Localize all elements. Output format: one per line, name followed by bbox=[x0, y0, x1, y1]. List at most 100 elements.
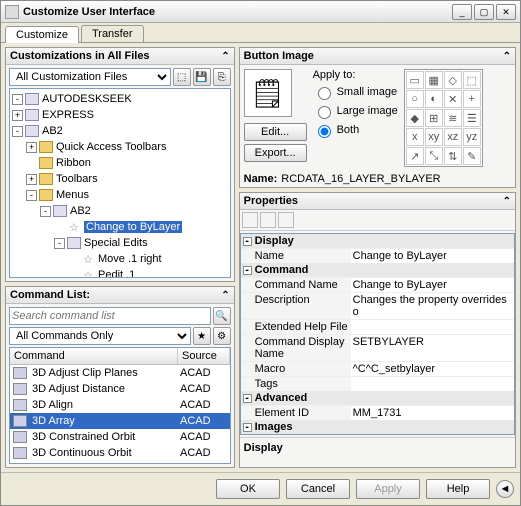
command-row[interactable]: 3D Constrained OrbitACAD bbox=[10, 429, 230, 445]
tree-item[interactable]: +EXPRESS bbox=[12, 107, 228, 123]
ok-button[interactable]: OK bbox=[216, 479, 280, 499]
palette-icon[interactable]: x bbox=[406, 128, 424, 146]
collapse-icon[interactable]: ⌃ bbox=[221, 51, 229, 62]
palette-icon[interactable]: ⇅ bbox=[444, 147, 462, 165]
tree-item[interactable]: +Quick Access Toolbars bbox=[12, 139, 228, 155]
radio-large[interactable]: Large image bbox=[313, 103, 398, 119]
tree-item[interactable]: -AB2 bbox=[12, 123, 228, 139]
radio-small[interactable]: Small image bbox=[313, 84, 398, 100]
palette-icon[interactable]: ▦ bbox=[425, 71, 443, 89]
property-description: Display bbox=[240, 437, 515, 467]
palette-icon[interactable]: ◆ bbox=[406, 109, 424, 127]
collapse-icon[interactable]: ⌃ bbox=[221, 290, 229, 301]
palette-icon[interactable]: ✕ bbox=[444, 90, 462, 108]
command-list-header[interactable]: Command List: ⌃ bbox=[6, 287, 234, 304]
window-title: Customize User Interface bbox=[23, 6, 450, 18]
back-button[interactable]: ◄ bbox=[496, 480, 514, 498]
prop-row[interactable]: Small imageRCDATA_16_LAYER_BYLAYER bbox=[241, 434, 514, 435]
search-input[interactable] bbox=[9, 307, 211, 325]
tree-item[interactable]: -AUTODESKSEEK bbox=[12, 91, 228, 107]
customizations-header[interactable]: Customizations in All Files ⌃ bbox=[6, 48, 234, 65]
palette-icon[interactable]: xz bbox=[444, 128, 462, 146]
tree-item[interactable]: +Toolbars bbox=[12, 171, 228, 187]
prop-category[interactable]: -Display bbox=[241, 234, 514, 248]
command-row[interactable]: 3D FlyACAD bbox=[10, 461, 230, 464]
new-command-icon[interactable]: ★ bbox=[193, 327, 211, 345]
tab-transfer[interactable]: Transfer bbox=[81, 25, 144, 42]
palette-icon[interactable]: ≋ bbox=[444, 109, 462, 127]
tree-item[interactable]: -AB2 bbox=[12, 203, 228, 219]
palette-icon[interactable]: ◐ bbox=[425, 90, 443, 108]
close-button[interactable]: ✕ bbox=[496, 4, 516, 20]
maximize-button[interactable]: ▢ bbox=[474, 4, 494, 20]
tree-item[interactable]: Ribbon bbox=[12, 155, 228, 171]
name-value: RCDATA_16_LAYER_BYLAYER bbox=[281, 173, 440, 185]
prop-row[interactable]: Macro^C^C_setbylayer bbox=[241, 361, 514, 376]
palette-icon[interactable]: + bbox=[463, 90, 481, 108]
customizations-tree[interactable]: -AUTODESKSEEK+EXPRESS-AB2+Quick Access T… bbox=[9, 88, 231, 278]
cancel-button[interactable]: Cancel bbox=[286, 479, 350, 499]
radio-both[interactable]: Both bbox=[313, 122, 398, 138]
titlebar[interactable]: Customize User Interface _ ▢ ✕ bbox=[1, 1, 520, 23]
prop-row[interactable]: Command Display NameSETBYLAYER bbox=[241, 334, 514, 361]
help-button[interactable]: Help bbox=[426, 479, 490, 499]
command-row[interactable]: 3D AlignACAD bbox=[10, 397, 230, 413]
properties-header[interactable]: Properties ⌃ bbox=[240, 193, 515, 210]
palette-icon[interactable]: xy bbox=[425, 128, 443, 146]
reset-icon[interactable] bbox=[278, 212, 294, 228]
col-source[interactable]: Source bbox=[178, 348, 230, 364]
palette-icon[interactable]: ✎ bbox=[463, 147, 481, 165]
find-icon[interactable]: ⚙ bbox=[213, 327, 231, 345]
prop-row[interactable]: Tags bbox=[241, 376, 514, 391]
properties-grid[interactable]: -DisplayNameChange to ByLayer-CommandCom… bbox=[240, 233, 515, 435]
categorized-icon[interactable] bbox=[242, 212, 258, 228]
customization-filter-select[interactable]: All Customization Files bbox=[9, 68, 171, 86]
tree-item[interactable]: ☆Pedit .1 bbox=[12, 267, 228, 278]
search-icon[interactable]: 🔍 bbox=[213, 307, 231, 325]
palette-icon[interactable]: ↗ bbox=[406, 147, 424, 165]
prop-category[interactable]: -Advanced bbox=[241, 391, 514, 405]
prop-row[interactable]: Command NameChange to ByLayer bbox=[241, 277, 514, 292]
prop-row[interactable]: Extended Help File bbox=[241, 319, 514, 334]
prop-row[interactable]: DescriptionChanges the property override… bbox=[241, 292, 514, 319]
customizations-title: Customizations in All Files bbox=[10, 50, 150, 62]
col-command[interactable]: Command bbox=[10, 348, 178, 364]
alphabetical-icon[interactable] bbox=[260, 212, 276, 228]
edit-button[interactable]: Edit... bbox=[244, 123, 307, 141]
command-filter-select[interactable]: All Commands Only bbox=[9, 327, 191, 345]
palette-icon[interactable]: ○ bbox=[406, 90, 424, 108]
save-icon[interactable]: 💾 bbox=[193, 68, 211, 86]
load-icon[interactable]: ⬚ bbox=[173, 68, 191, 86]
icon-palette[interactable]: ▭▦◇⬚ ○◐✕+ ◆⊞≋☰ xxyxzyz ↗⤡⇅✎ bbox=[404, 69, 483, 167]
palette-icon[interactable]: ⊞ bbox=[425, 109, 443, 127]
export-button[interactable]: Export... bbox=[244, 144, 307, 162]
command-row[interactable]: 3D Adjust DistanceACAD bbox=[10, 381, 230, 397]
palette-icon[interactable]: yz bbox=[463, 128, 481, 146]
cui-window: Customize User Interface _ ▢ ✕ Customize… bbox=[0, 0, 521, 506]
palette-icon[interactable]: ◇ bbox=[444, 71, 462, 89]
dialog-body: Customizations in All Files ⌃ All Custom… bbox=[1, 43, 520, 472]
prop-category[interactable]: -Images bbox=[241, 420, 514, 434]
palette-icon[interactable]: ☰ bbox=[463, 109, 481, 127]
command-row[interactable]: 3D ArrayACAD bbox=[10, 413, 230, 429]
command-row[interactable]: 3D Adjust Clip PlanesACAD bbox=[10, 365, 230, 381]
command-grid[interactable]: Command Source 3D Adjust Clip PlanesACAD… bbox=[9, 347, 231, 464]
button-image-header[interactable]: Button Image ⌃ bbox=[240, 48, 515, 65]
palette-icon[interactable]: ⬚ bbox=[463, 71, 481, 89]
tree-item[interactable]: -Menus bbox=[12, 187, 228, 203]
prop-row[interactable]: NameChange to ByLayer bbox=[241, 248, 514, 263]
prop-category[interactable]: -Command bbox=[241, 263, 514, 277]
tree-item[interactable]: ☆Move .1 right bbox=[12, 251, 228, 267]
tab-customize[interactable]: Customize bbox=[5, 26, 79, 43]
tree-item[interactable]: ☆Change to ByLayer bbox=[12, 219, 228, 235]
collapse-icon[interactable]: ⌃ bbox=[503, 196, 511, 207]
collapse-icon[interactable]: ⌃ bbox=[503, 51, 511, 62]
apply-button[interactable]: Apply bbox=[356, 479, 420, 499]
save-all-icon[interactable]: ⎘ bbox=[213, 68, 231, 86]
command-row[interactable]: 3D Continuous OrbitACAD bbox=[10, 445, 230, 461]
tree-item[interactable]: -Special Edits bbox=[12, 235, 228, 251]
palette-icon[interactable]: ▭ bbox=[406, 71, 424, 89]
prop-row[interactable]: Element IDMM_1731 bbox=[241, 405, 514, 420]
minimize-button[interactable]: _ bbox=[452, 4, 472, 20]
palette-icon[interactable]: ⤡ bbox=[425, 147, 443, 165]
